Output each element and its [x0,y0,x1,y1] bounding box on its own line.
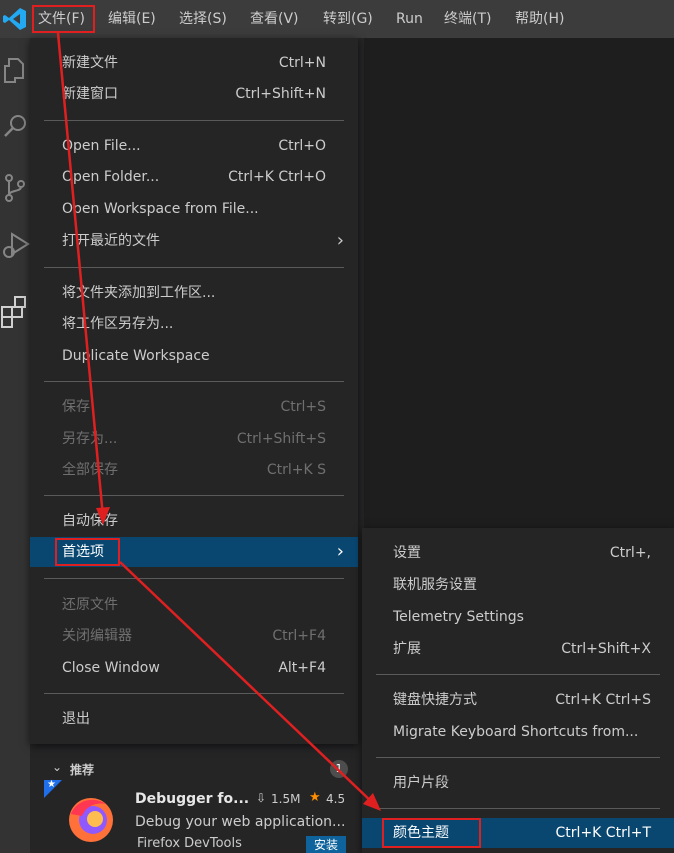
annotation-arrows [56,32,381,811]
annotation-arrow-line [56,32,105,518]
annotation-arrow-line [119,561,375,805]
annotation-arrowhead-icon [96,507,110,525]
